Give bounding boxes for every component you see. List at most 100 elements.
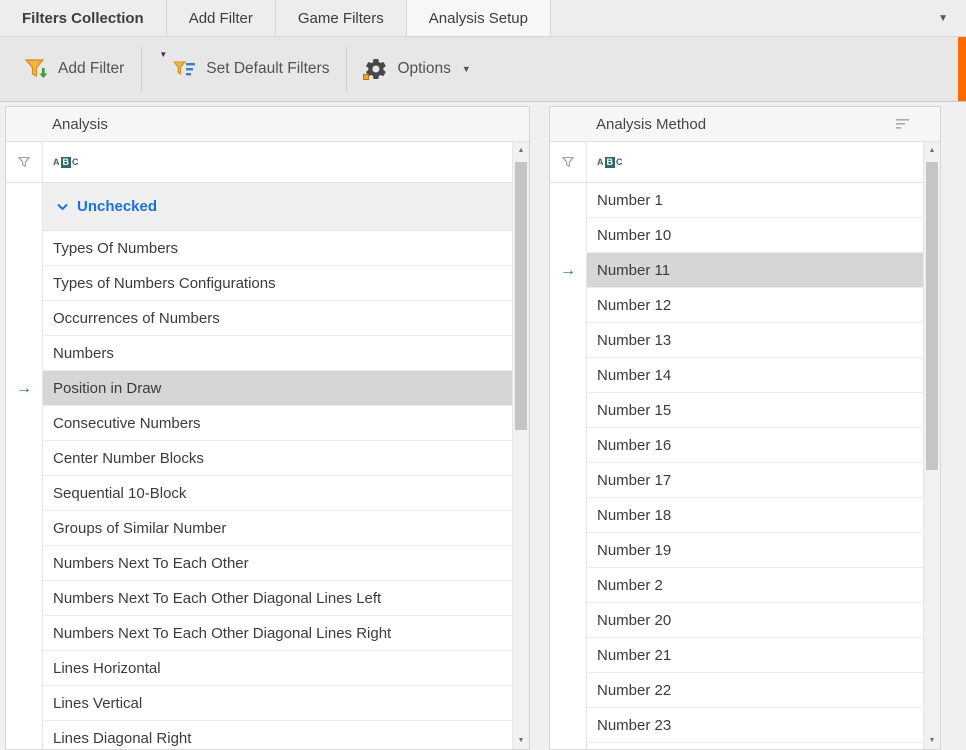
text-filter-abc-icon: ABC (597, 157, 623, 168)
tab-analysis-setup[interactable]: Analysis Setup (407, 0, 551, 36)
list-item[interactable]: → Groups of Similar Number (6, 511, 512, 546)
list-item[interactable]: → Number 1 (550, 183, 923, 218)
list-item[interactable]: → Numbers (6, 336, 512, 371)
tab-filters-collection[interactable]: Filters Collection (0, 0, 167, 36)
tab-game-filters[interactable]: Game Filters (276, 0, 407, 36)
split-dropdown-caret-icon[interactable]: ▼ (159, 50, 167, 59)
row-indicator: → (550, 393, 586, 428)
accent-stripe (958, 37, 966, 101)
list-item[interactable]: → Number 12 (550, 288, 923, 323)
row-indicator: → (6, 266, 42, 301)
list-item[interactable]: → Number 20 (550, 603, 923, 638)
options-button[interactable]: Options ▼ (347, 37, 487, 101)
list-item-label: Number 14 (586, 358, 923, 393)
filter-input-cell[interactable]: ABC (586, 142, 923, 182)
list-item[interactable]: → Number 18 (550, 498, 923, 533)
auto-filter-row[interactable]: ABC (6, 142, 512, 183)
list-item-label: Types Of Numbers (42, 231, 512, 266)
list-item[interactable]: → Numbers Next To Each Other Diagonal Li… (6, 581, 512, 616)
group-row-unchecked[interactable]: Unchecked (6, 183, 512, 231)
list-item-label: Number 1 (586, 183, 923, 218)
list-item[interactable]: → Numbers Next To Each Other Diagonal Li… (6, 616, 512, 651)
auto-filter-row[interactable]: ABC (550, 142, 923, 183)
column-title: Analysis Method (596, 116, 706, 133)
set-default-filters-button[interactable]: ▼ Set Default Filters (142, 37, 346, 101)
list-item[interactable]: → Number 21 (550, 638, 923, 673)
scroll-thumb[interactable] (515, 162, 527, 430)
list-item[interactable]: → Number 13 (550, 323, 923, 358)
list-item[interactable]: → Number 15 (550, 393, 923, 428)
analysis-method-column-header[interactable]: Analysis Method (550, 107, 940, 142)
row-indicator: → (550, 253, 586, 288)
focused-row-arrow-icon: → (560, 262, 576, 280)
list-item-label: Number 23 (586, 708, 923, 743)
list-item-label: Number 11 (586, 253, 923, 288)
list-item[interactable]: → Number 23 (550, 708, 923, 743)
row-indicator: → (550, 218, 586, 253)
row-indicator: → (550, 638, 586, 673)
scroll-down-icon: ▼ (518, 737, 525, 744)
list-item[interactable]: → Number 16 (550, 428, 923, 463)
row-indicator: → (550, 568, 586, 603)
add-filter-button[interactable]: Add Filter (6, 37, 141, 101)
filter-input-cell[interactable]: ABC (42, 142, 512, 182)
row-indicator: → (6, 371, 42, 406)
row-indicator: → (6, 441, 42, 476)
list-item-label: Number 2 (586, 568, 923, 603)
list-item-label: Numbers Next To Each Other (42, 546, 512, 581)
tab-overflow-button[interactable]: ▼ (920, 0, 966, 36)
tab-add-filter[interactable]: Add Filter (167, 0, 276, 36)
analysis-method-scrollbar[interactable]: ▲ ▼ (923, 142, 940, 749)
list-item[interactable]: → Position in Draw (6, 371, 512, 406)
list-item[interactable]: → Center Number Blocks (6, 441, 512, 476)
analysis-column-header[interactable]: Analysis (6, 107, 529, 142)
gear-accent-dot (363, 74, 369, 80)
list-item[interactable]: → Occurrences of Numbers (6, 301, 512, 336)
list-item-label: Groups of Similar Number (42, 511, 512, 546)
list-item-label: Occurrences of Numbers (42, 301, 512, 336)
list-item[interactable]: → Numbers Next To Each Other (6, 546, 512, 581)
analysis-scrollbar[interactable]: ▲ ▼ (512, 142, 529, 749)
group-collapse-chevron-icon[interactable] (57, 203, 68, 211)
list-item[interactable]: → Consecutive Numbers (6, 406, 512, 441)
group-row-content[interactable]: Unchecked (42, 183, 512, 231)
list-item[interactable]: → Lines Horizontal (6, 651, 512, 686)
list-item[interactable]: → Number 17 (550, 463, 923, 498)
list-item-label: Number 10 (586, 218, 923, 253)
list-item-label: Number 16 (586, 428, 923, 463)
list-item[interactable]: → Number 2 (550, 568, 923, 603)
list-item[interactable]: → Types Of Numbers (6, 231, 512, 266)
list-item-label: Numbers Next To Each Other Diagonal Line… (42, 581, 512, 616)
list-item[interactable]: → Number 22 (550, 673, 923, 708)
set-default-filters-label: Set Default Filters (206, 60, 329, 78)
list-item[interactable]: → Number 14 (550, 358, 923, 393)
analysis-grid: ABC Unchecked (6, 142, 512, 749)
text-filter-abc-icon: ABC (53, 157, 79, 168)
list-item-label: Number 17 (586, 463, 923, 498)
list-item[interactable]: → Lines Vertical (6, 686, 512, 721)
list-item-label: Number 20 (586, 603, 923, 638)
scroll-down-button[interactable]: ▼ (924, 732, 940, 749)
add-filter-label: Add Filter (58, 60, 124, 78)
row-indicator: → (6, 721, 42, 749)
row-indicator: → (6, 546, 42, 581)
scroll-thumb[interactable] (926, 162, 938, 470)
scroll-up-button[interactable]: ▲ (513, 142, 529, 159)
list-item[interactable]: → Sequential 10-Block (6, 476, 512, 511)
list-item[interactable]: → Lines Diagonal Right (6, 721, 512, 749)
list-item-label: Lines Horizontal (42, 651, 512, 686)
list-item[interactable]: → Number 11 (550, 253, 923, 288)
list-item-label: Consecutive Numbers (42, 406, 512, 441)
funnel-icon (561, 155, 575, 169)
list-item[interactable]: → Number 10 (550, 218, 923, 253)
list-item-label: Number 22 (586, 673, 923, 708)
options-label: Options (397, 60, 450, 78)
list-item[interactable]: → Types of Numbers Configurations (6, 266, 512, 301)
list-item[interactable]: → Number 19 (550, 533, 923, 568)
list-item-label: Number 15 (586, 393, 923, 428)
group-row-label: Unchecked (77, 198, 157, 215)
sort-glyph-icon (896, 118, 910, 130)
scroll-up-button[interactable]: ▲ (924, 142, 940, 159)
scroll-down-button[interactable]: ▼ (513, 732, 529, 749)
set-default-filters-icon (172, 57, 197, 82)
